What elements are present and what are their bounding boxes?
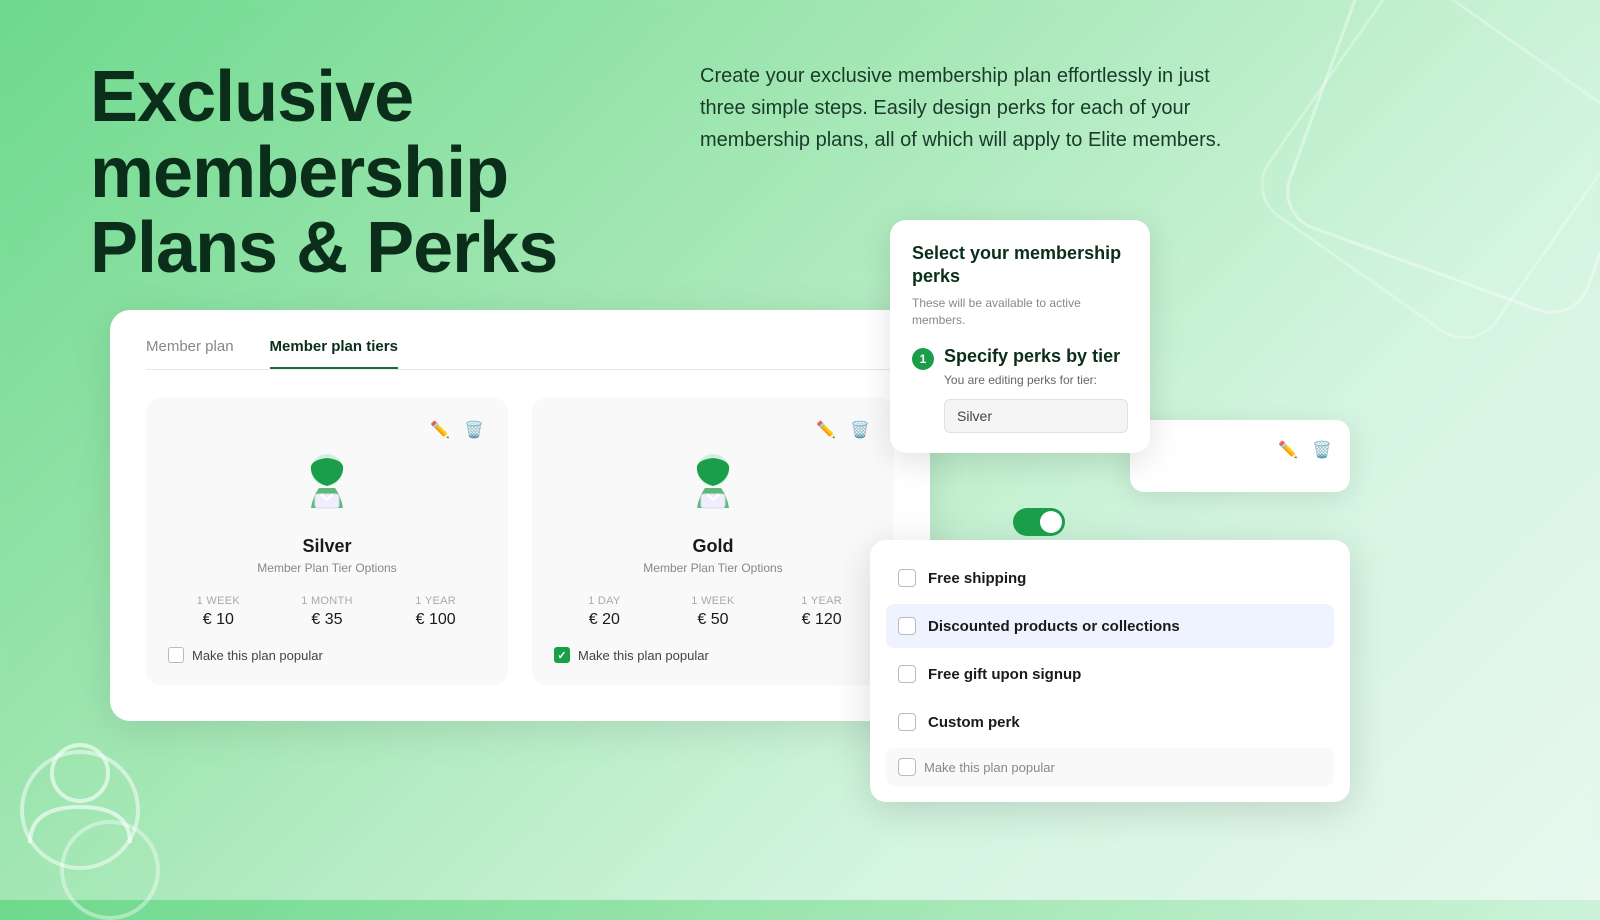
gold-popular-checkbox[interactable] xyxy=(554,647,570,663)
silver-popular-label: Make this plan popular xyxy=(192,648,323,663)
discounted-label: Discounted products or collections xyxy=(928,618,1180,635)
perk-step-1: 1 Specify perks by tier You are editing … xyxy=(912,346,1128,432)
gold-price-2: € 120 xyxy=(771,611,872,629)
perks-options-card: Free shipping Discounted products or col… xyxy=(870,540,1350,802)
silver-price-1: € 35 xyxy=(277,611,378,629)
gold-edit-button[interactable]: ✏️ xyxy=(814,418,838,442)
perk-step-content: Specify perks by tier You are editing pe… xyxy=(944,346,1128,432)
silver-delete-button[interactable]: 🗑️ xyxy=(462,418,486,442)
perk-option-custom[interactable]: Custom perk xyxy=(886,700,1334,744)
hero-description: Create your exclusive membership plan ef… xyxy=(700,60,1260,156)
silver-tier-icon xyxy=(291,450,363,522)
silver-period-0: 1 WEEK xyxy=(168,595,269,607)
silver-price-0: € 10 xyxy=(168,611,269,629)
tabs-container: Member plan Member plan tiers xyxy=(146,338,894,370)
silver-period-2: 1 YEAR xyxy=(385,595,486,607)
green-toggle[interactable] xyxy=(1013,508,1065,536)
third-delete-button[interactable]: 🗑️ xyxy=(1310,438,1334,462)
gold-tier-name: Gold xyxy=(554,536,872,557)
third-tier-card: ✏️ 🗑️ xyxy=(1130,420,1350,492)
perk-tier-input-display: Silver xyxy=(944,399,1128,433)
hero-desc-text: Create your exclusive membership plan ef… xyxy=(700,60,1260,156)
third-card-actions: ✏️ 🗑️ xyxy=(1146,438,1334,462)
gold-icon-wrap xyxy=(554,450,872,522)
gold-popular-label: Make this plan popular xyxy=(578,648,709,663)
silver-pricing-grid: 1 WEEK 1 MONTH 1 YEAR € 10 € 35 € 100 xyxy=(168,595,486,629)
perk-option-free-gift[interactable]: Free gift upon signup xyxy=(886,652,1334,696)
tab-member-plan-tiers[interactable]: Member plan tiers xyxy=(270,338,398,369)
tier-cards-container: ✏️ 🗑️ Silver Member Plan Tier Options 1 … xyxy=(146,398,894,685)
third-edit-button[interactable]: ✏️ xyxy=(1276,438,1300,462)
hero-title: Exclusive membership Plans & Perks xyxy=(90,60,610,287)
silver-price-2: € 100 xyxy=(385,611,486,629)
perks-select-subtitle: These will be available to active member… xyxy=(912,295,1128,329)
perks-popular-row[interactable]: Make this plan popular xyxy=(886,748,1334,786)
perk-step-title: Specify perks by tier xyxy=(944,346,1128,368)
silver-card-actions: ✏️ 🗑️ xyxy=(168,418,486,442)
person-icon xyxy=(25,735,135,850)
hero-section: Exclusive membership Plans & Perks xyxy=(90,60,610,287)
toggle-knob xyxy=(1040,511,1062,533)
gold-tier-subtitle: Member Plan Tier Options xyxy=(554,561,872,575)
perk-step-number: 1 xyxy=(912,348,934,370)
perks-select-card: Select your membership perks These will … xyxy=(890,220,1150,453)
custom-perk-checkbox[interactable] xyxy=(898,713,916,731)
gold-price-0: € 20 xyxy=(554,611,655,629)
gold-period-0: 1 DAY xyxy=(554,595,655,607)
free-shipping-checkbox[interactable] xyxy=(898,569,916,587)
gold-price-1: € 50 xyxy=(663,611,764,629)
silver-edit-button[interactable]: ✏️ xyxy=(428,418,452,442)
perk-step-desc: You are editing perks for tier: xyxy=(944,372,1128,389)
silver-popular-row: Make this plan popular xyxy=(168,647,486,663)
tab-member-plan[interactable]: Member plan xyxy=(146,338,234,369)
silver-tier-subtitle: Member Plan Tier Options xyxy=(168,561,486,575)
perk-option-free-shipping[interactable]: Free shipping xyxy=(886,556,1334,600)
discounted-checkbox[interactable] xyxy=(898,617,916,635)
tier-card-silver: ✏️ 🗑️ Silver Member Plan Tier Options 1 … xyxy=(146,398,508,685)
custom-perk-label: Custom perk xyxy=(928,714,1020,731)
perks-select-title: Select your membership perks xyxy=(912,242,1128,289)
perk-option-discounted[interactable]: Discounted products or collections xyxy=(886,604,1334,648)
tier-card-gold: ✏️ 🗑️ Gold Member Plan Tier Options 1 DA… xyxy=(532,398,894,685)
silver-tier-name: Silver xyxy=(168,536,486,557)
silver-period-1: 1 MONTH xyxy=(277,595,378,607)
gold-pricing-grid: 1 DAY 1 WEEK 1 YEAR € 20 € 50 € 120 xyxy=(554,595,872,629)
free-gift-checkbox[interactable] xyxy=(898,665,916,683)
silver-icon-wrap xyxy=(168,450,486,522)
gold-period-1: 1 WEEK xyxy=(663,595,764,607)
main-card: Member plan Member plan tiers ✏️ 🗑️ Silv… xyxy=(110,310,930,721)
silver-popular-checkbox[interactable] xyxy=(168,647,184,663)
gold-popular-row: Make this plan popular xyxy=(554,647,872,663)
gold-tier-icon xyxy=(677,450,749,522)
gold-delete-button[interactable]: 🗑️ xyxy=(848,418,872,442)
gold-period-2: 1 YEAR xyxy=(771,595,872,607)
perks-popular-label: Make this plan popular xyxy=(924,760,1055,775)
free-gift-label: Free gift upon signup xyxy=(928,666,1081,683)
gold-card-actions: ✏️ 🗑️ xyxy=(554,418,872,442)
free-shipping-label: Free shipping xyxy=(928,570,1026,587)
perks-popular-checkbox[interactable] xyxy=(898,758,916,776)
